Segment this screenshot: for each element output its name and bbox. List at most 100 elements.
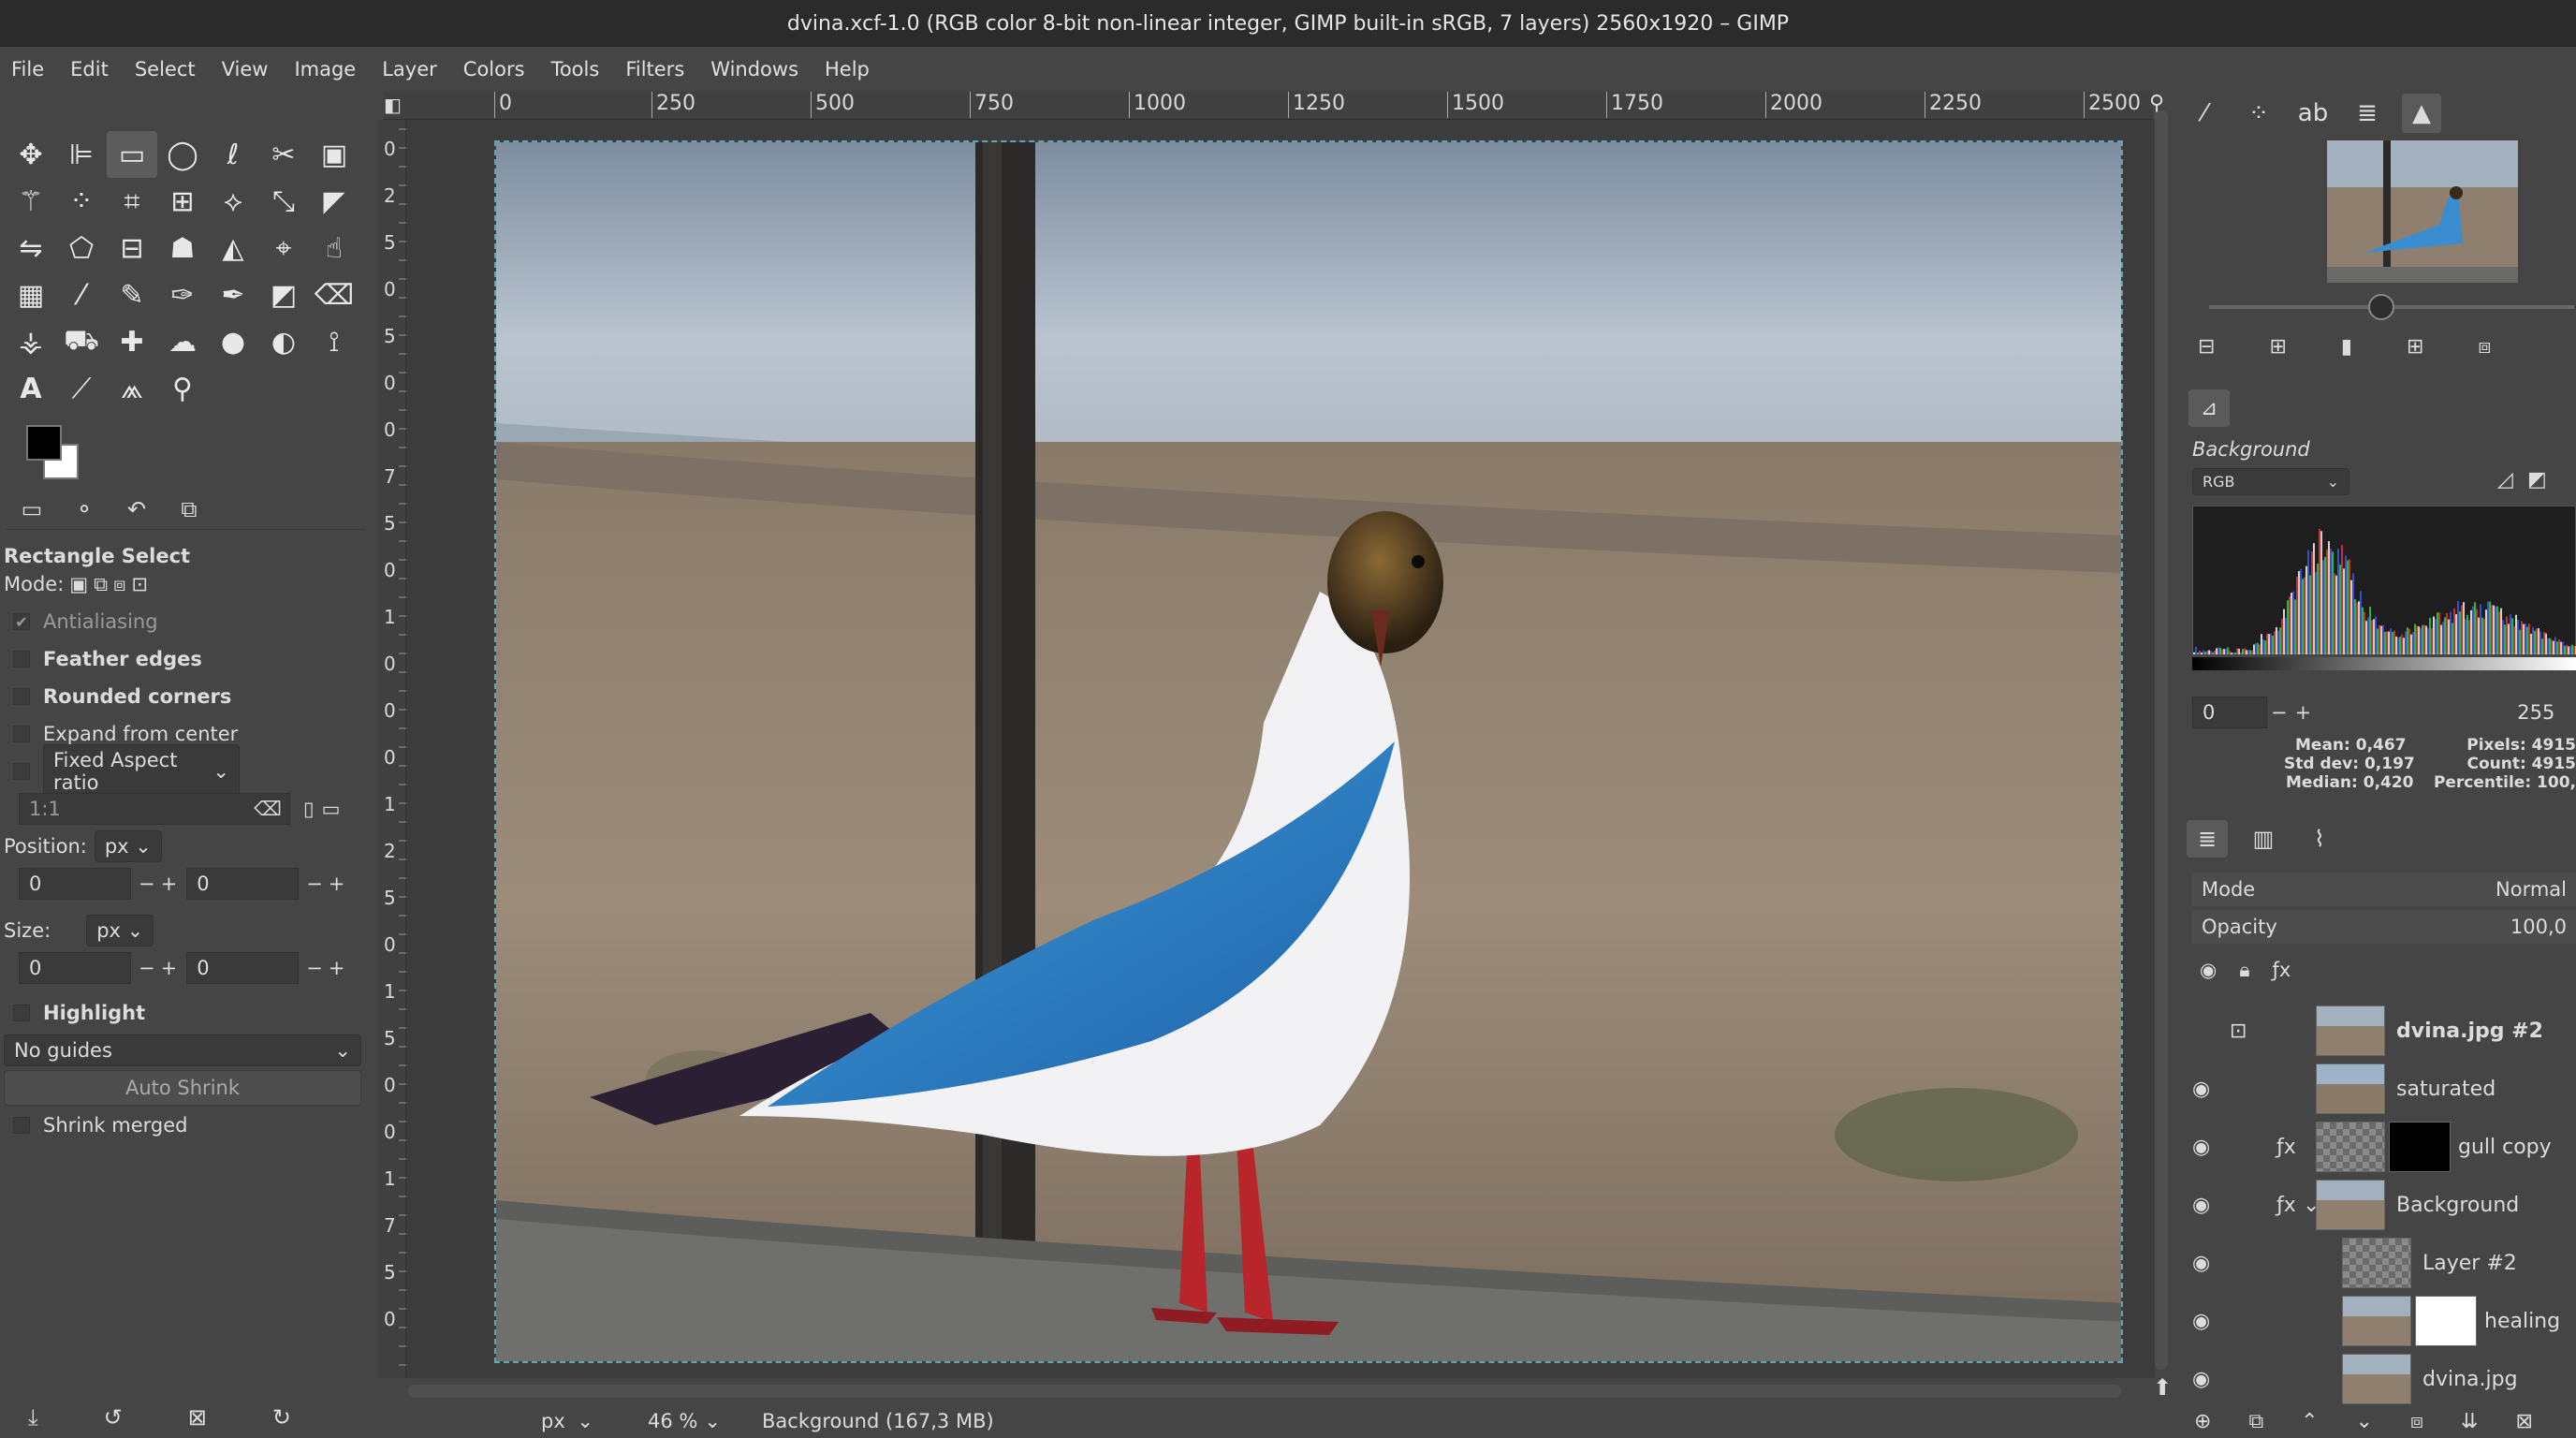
free-select-tool-icon[interactable]: ℓ xyxy=(208,131,258,178)
plus-icon[interactable]: + xyxy=(329,957,345,979)
plus-icon[interactable]: + xyxy=(161,873,178,895)
pos-x-field[interactable]: 0 xyxy=(19,868,131,900)
minus-icon[interactable]: − xyxy=(306,957,323,979)
minus-icon[interactable]: − xyxy=(139,957,155,979)
layer-row[interactable]: ◉ ƒx gull copy xyxy=(2192,1118,2576,1176)
plus-icon[interactable]: + xyxy=(2295,701,2312,724)
fx-icon[interactable]: ƒx xyxy=(2276,1194,2303,1217)
zoom-slider[interactable] xyxy=(2209,305,2574,309)
measure-tool-icon[interactable]: ⩕ xyxy=(107,365,157,412)
fonts-tab-icon[interactable]: ab xyxy=(2293,94,2333,133)
layer-row[interactable]: ◉ saturated xyxy=(2192,1060,2576,1118)
eye-icon[interactable]: ◉ xyxy=(2192,1252,2342,1275)
zoom-combo[interactable]: 46 % ⌄ xyxy=(638,1406,730,1436)
horizontal-scrollbar[interactable] xyxy=(408,1385,2121,1398)
landscape-icon[interactable]: ▭ xyxy=(322,798,341,820)
restore-options-icon[interactable]: ↺ xyxy=(104,1404,123,1431)
smudge2-tool-icon[interactable]: ☁ xyxy=(157,318,208,365)
fg-bg-colors[interactable] xyxy=(26,425,82,481)
align-tool-icon[interactable]: ⊫ xyxy=(56,131,107,178)
perspective-clone-tool-icon[interactable]: ⛟ xyxy=(56,318,107,365)
navigate-icon[interactable]: ⬆ xyxy=(2153,1374,2172,1401)
histogram-graph[interactable] xyxy=(2192,506,2576,653)
eye-icon[interactable]: ◉ xyxy=(2192,1078,2286,1101)
3d-transform-tool-icon[interactable]: ⊟ xyxy=(107,225,157,271)
size-w-field[interactable]: 0 xyxy=(19,952,131,984)
log-histogram-icon[interactable]: ◩ xyxy=(2527,468,2547,492)
channels-tab-icon[interactable]: ▥ xyxy=(2243,820,2284,858)
image-canvas[interactable] xyxy=(494,140,2123,1363)
minus-icon[interactable]: − xyxy=(139,873,155,895)
heal-tool-icon[interactable]: ✚ xyxy=(107,318,157,365)
size-unit-combo[interactable]: px ⌄ xyxy=(86,915,154,946)
images-tab-icon[interactable]: ⧉ xyxy=(163,496,215,522)
range-high-field[interactable]: 255 xyxy=(2517,701,2554,724)
menu-select[interactable]: Select xyxy=(135,58,196,81)
zoom-1-1-icon[interactable]: ▮ xyxy=(2341,335,2352,359)
zoom-tool-icon[interactable]: ⚲ xyxy=(157,365,208,412)
plus-icon[interactable]: + xyxy=(329,873,345,895)
fixed-combo[interactable]: Fixed Aspect ratio ⌄ xyxy=(43,744,240,799)
brushes-tab-icon[interactable]: ⁄ xyxy=(2185,94,2224,133)
mode-replace-icon[interactable]: ▣ xyxy=(69,573,88,595)
raise-layer-icon[interactable]: ⌃ xyxy=(2301,1410,2318,1433)
expand-checkbox[interactable] xyxy=(13,726,30,742)
rounded-option[interactable]: Rounded corners xyxy=(4,678,369,715)
pencil-tool-icon[interactable]: ✎ xyxy=(107,271,157,318)
new-group-icon[interactable]: ⧉ xyxy=(2248,1410,2263,1433)
size-h-field[interactable]: 0 xyxy=(186,952,299,984)
menu-tools[interactable]: Tools xyxy=(551,58,600,81)
paths-tool-icon[interactable]: ⟟ xyxy=(309,318,359,365)
device-status-tab-icon[interactable]: ⚬ xyxy=(58,496,110,522)
delete-options-icon[interactable]: ⊠ xyxy=(188,1404,207,1431)
reset-options-icon[interactable]: ↻ xyxy=(272,1404,291,1431)
highlight-option[interactable]: Highlight xyxy=(4,994,369,1032)
new-layer-icon[interactable]: ⊕ xyxy=(2194,1410,2211,1433)
scissors-tool-icon[interactable]: ✂ xyxy=(258,131,309,178)
mode-add-icon[interactable]: ⧉ xyxy=(94,573,108,596)
patterns-tab-icon[interactable]: ⁘ xyxy=(2239,94,2278,133)
duplicate-layer-icon[interactable]: ⧈ xyxy=(2410,1410,2423,1433)
histogram-tab-icon[interactable]: ⊿ xyxy=(2188,389,2230,427)
ratio-field[interactable]: 1:1 ⌫ xyxy=(19,793,290,825)
shrink-merged-checkbox[interactable] xyxy=(13,1117,30,1134)
zoom-out-icon[interactable]: ⊟ xyxy=(2198,335,2215,359)
cage-tool-icon[interactable]: ☗ xyxy=(157,225,208,271)
menu-file[interactable]: File xyxy=(11,58,44,81)
tool-options-tab-icon[interactable]: ▭ xyxy=(6,496,58,522)
gradient-tool-icon[interactable]: ▦ xyxy=(6,271,56,318)
merge-layer-icon[interactable]: ⇊ xyxy=(2461,1410,2478,1433)
range-low-field[interactable]: 0 xyxy=(2192,697,2267,728)
smudge-tool-icon[interactable]: ☝ xyxy=(309,225,359,271)
perspective-tool-icon[interactable]: ⬠ xyxy=(56,225,107,271)
layer-row[interactable]: ◉ Layer #2 xyxy=(2192,1234,2576,1292)
text-tool-icon[interactable]: A xyxy=(6,365,56,412)
lower-layer-icon[interactable]: ⌄ xyxy=(2356,1410,2373,1433)
warp-tool-icon[interactable]: ⟡ xyxy=(208,178,258,225)
flip-tool-icon[interactable]: ⇋ xyxy=(6,225,56,271)
eye-icon[interactable]: ◉ xyxy=(2192,1368,2342,1391)
highlight-checkbox[interactable] xyxy=(13,1005,30,1021)
fit-image-icon[interactable]: ⊞ xyxy=(2407,335,2423,359)
eye-icon[interactable]: ◉ xyxy=(2192,1310,2342,1333)
zoom-slider-knob[interactable] xyxy=(2368,294,2394,320)
menu-windows[interactable]: Windows xyxy=(710,58,798,81)
layer-opacity-row[interactable]: Opacity 100,0 xyxy=(2192,910,2576,944)
shear-tool-icon[interactable]: ◤ xyxy=(309,178,359,225)
mode-intersect-icon[interactable]: ⊡ xyxy=(132,573,149,595)
quick-mask-corner-icon[interactable]: ◧ xyxy=(384,94,402,116)
menu-view[interactable]: View xyxy=(222,58,269,81)
fixed-option[interactable]: Fixed Aspect ratio ⌄ xyxy=(4,753,369,790)
dodge-burn-tool-icon[interactable]: ◐ xyxy=(258,318,309,365)
navigation-preview[interactable] xyxy=(2327,140,2518,283)
layer-row[interactable]: ⊡ dvina.jpg #2 xyxy=(2192,1002,2576,1060)
clear-icon[interactable]: ⌫ xyxy=(254,798,282,820)
ellipse-select-tool-icon[interactable]: ◯ xyxy=(157,131,208,178)
eraser-tool-icon[interactable]: ⌫ xyxy=(309,271,359,318)
antialiasing-option[interactable]: ✔ Antialiasing xyxy=(4,603,369,640)
minus-icon[interactable]: − xyxy=(306,873,323,895)
zoom-in-icon[interactable]: ⊞ xyxy=(2269,335,2286,359)
layer-row[interactable]: ◉ dvina.jpg xyxy=(2192,1350,2576,1408)
clone-tool-icon[interactable]: ⚶ xyxy=(6,318,56,365)
menu-edit[interactable]: Edit xyxy=(70,58,109,81)
